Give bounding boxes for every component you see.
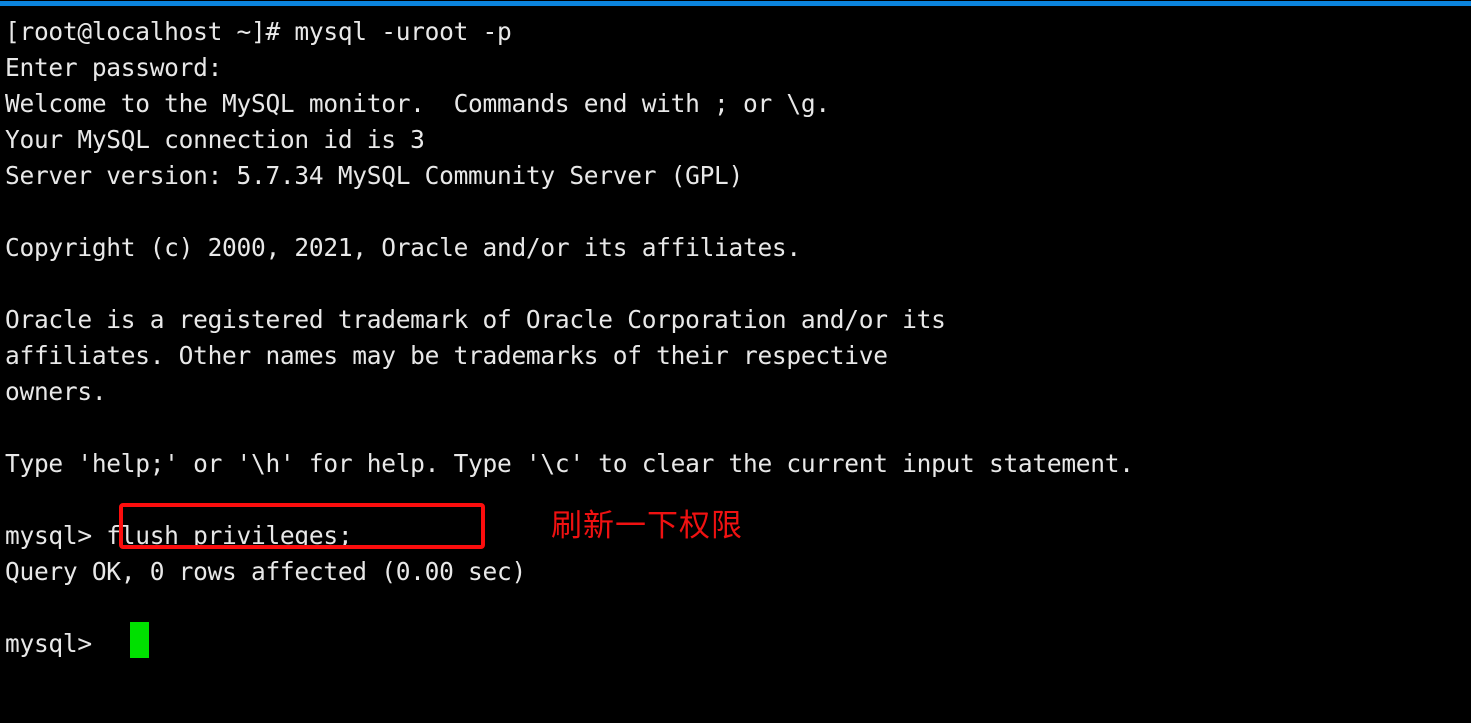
terminal-line-shell-prompt: [root@localhost ~]# mysql -uroot -p bbox=[5, 17, 512, 46]
terminal-line-mysql-command: mysql> flush privileges; bbox=[5, 521, 353, 550]
terminal-line-server-version: Server version: 5.7.34 MySQL Community S… bbox=[5, 161, 743, 190]
terminal-line-trademark-1: Oracle is a registered trademark of Orac… bbox=[5, 305, 946, 334]
terminal-line-enter-password: Enter password: bbox=[5, 53, 223, 82]
terminal-line-connection-id: Your MySQL connection id is 3 bbox=[5, 125, 425, 154]
terminal-output-area[interactable]: [root@localhost ~]# mysql -uroot -p Ente… bbox=[0, 0, 1471, 723]
terminal-line-trademark-2: affiliates. Other names may be trademark… bbox=[5, 341, 888, 370]
terminal-line-query-result: Query OK, 0 rows affected (0.00 sec) bbox=[5, 557, 526, 586]
terminal-line-help-hint: Type 'help;' or '\h' for help. Type '\c'… bbox=[5, 449, 1134, 478]
terminal-line-welcome: Welcome to the MySQL monitor. Commands e… bbox=[5, 89, 830, 118]
terminal-line-trademark-3: owners. bbox=[5, 377, 107, 406]
terminal-window: [root@localhost ~]# mysql -uroot -p Ente… bbox=[0, 0, 1471, 723]
annotation-note: 刷新一下权限 bbox=[551, 508, 743, 544]
terminal-line-mysql-prompt: mysql> bbox=[5, 629, 92, 658]
terminal-cursor bbox=[130, 622, 149, 658]
terminal-line-copyright: Copyright (c) 2000, 2021, Oracle and/or … bbox=[5, 233, 801, 262]
